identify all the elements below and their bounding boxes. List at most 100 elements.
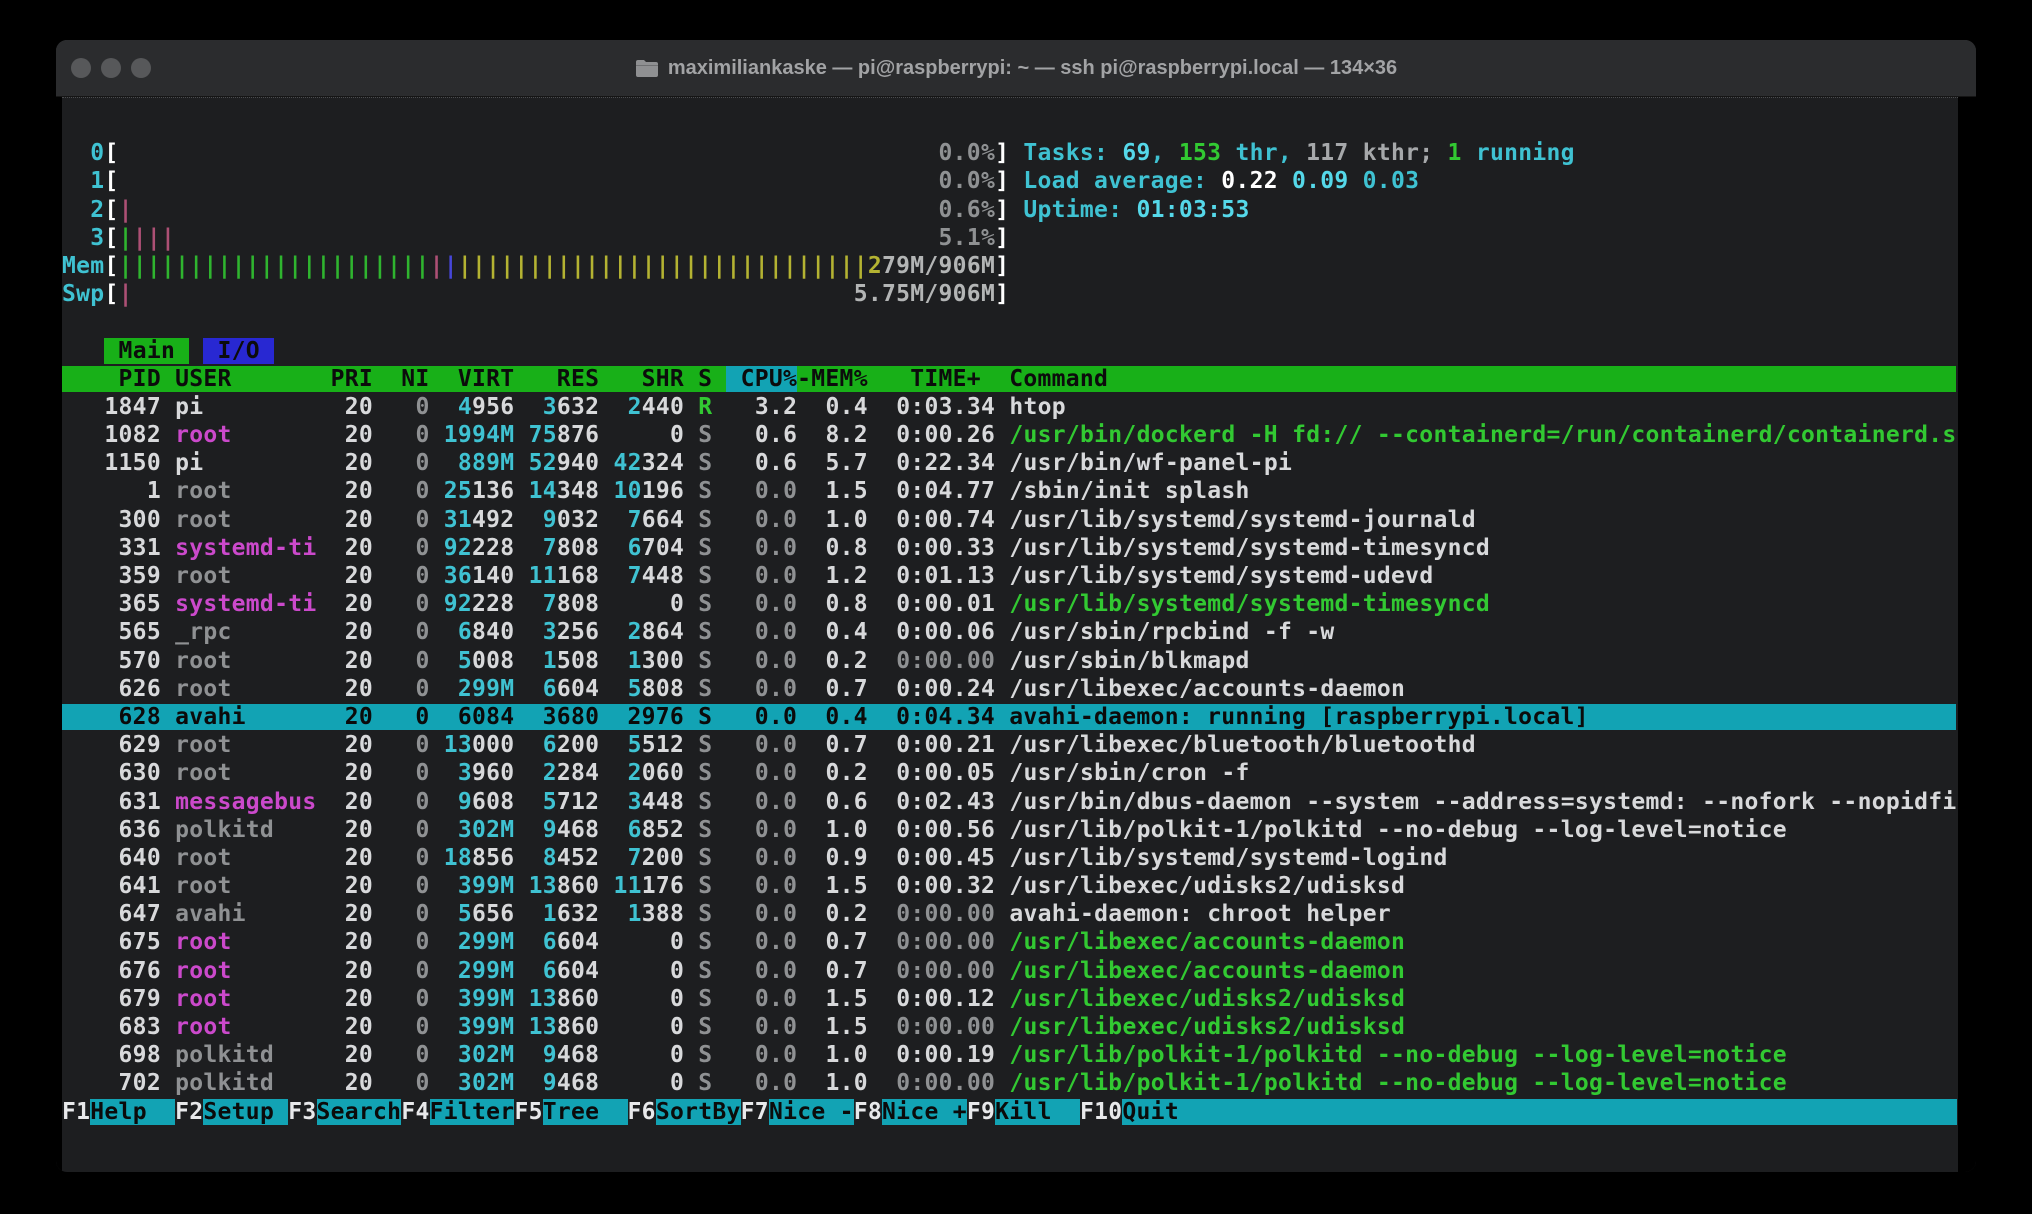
process-memnum: 168 — [557, 563, 599, 589]
titlebar[interactable]: maximiliankaske — pi@raspberrypi: ~ — ss… — [56, 40, 1976, 97]
fnlabel-f3[interactable]: Search — [317, 1099, 402, 1125]
fnkey-f3[interactable]: F3 — [288, 1099, 316, 1125]
mem-text: 2 — [868, 253, 882, 279]
process-nice: 0 — [387, 422, 429, 448]
process-row-359[interactable]: 359 root 20 0 36140 11168 7448 S 0.0 1.2… — [62, 562, 1958, 590]
process-memnum: 632 — [557, 394, 599, 420]
cpu-meter-2-close-bracket: ] — [995, 197, 1009, 223]
tab-main[interactable]: Main — [104, 338, 189, 364]
process-row-1150[interactable]: 1150 pi 20 0 889M 52940 42324 S 0.6 5.7 … — [62, 449, 1958, 477]
cpu-meter-1-open-bracket: [ — [104, 168, 118, 194]
process-row-647[interactable]: 647 avahi 20 0 5656 1632 1388 S 0.0 0.2 … — [62, 900, 1958, 928]
process-row-636[interactable]: 636 polkitd 20 0 302M 9468 6852 S 0.0 1.… — [62, 816, 1958, 844]
process-time: 0:02.43 — [882, 789, 995, 815]
process-row-629[interactable]: 629 root 20 0 13000 6200 5512 S 0.0 0.7 … — [62, 731, 1958, 759]
mem-used-bars: |||||||||||||||||||||| — [119, 253, 430, 279]
zoom-button[interactable] — [131, 58, 151, 78]
process-row-365[interactable]: 365 systemd-ti 20 0 92228 7808 0 S 0.0 0… — [62, 590, 1958, 618]
minimize-button[interactable] — [101, 58, 121, 78]
process-user: root — [175, 1014, 316, 1040]
mem-shared-bar: | — [430, 253, 444, 279]
process-state: S — [698, 929, 712, 955]
process-row-702[interactable]: 702 polkitd 20 0 302M 9468 0 S 0.0 1.0 0… — [62, 1069, 1958, 1097]
tasks-stats: , — [1151, 140, 1179, 166]
process-command: /usr/libexec/udisks2/udisksd — [1009, 873, 1405, 899]
fnlabel-f7[interactable]: Nice - — [769, 1099, 854, 1125]
selected-process-row[interactable]: 628 avahi 20 0 6084 3680 2976 S 0.0 0.4 … — [62, 704, 1956, 730]
process-priority: 20 — [331, 817, 373, 843]
fnlabel-f6[interactable]: SortBy — [656, 1099, 741, 1125]
process-memnum: 2 — [628, 394, 642, 420]
process-row-641[interactable]: 641 root 20 0 399M 13860 11176 S 0.0 1.5… — [62, 872, 1958, 900]
fnlabel-f8[interactable]: Nice + — [882, 1099, 967, 1125]
process-user: pi — [175, 450, 316, 476]
fnkey-f7[interactable]: F7 — [741, 1099, 769, 1125]
process-memnum: 808 — [642, 676, 684, 702]
process-row-570[interactable]: 570 root 20 0 5008 1508 1300 S 0.0 0.2 0… — [62, 647, 1958, 675]
process-command: /usr/bin/wf-panel-pi — [1009, 450, 1292, 476]
process-row-675[interactable]: 675 root 20 0 299M 6604 0 S 0.0 0.7 0:00… — [62, 928, 1958, 956]
close-button[interactable] — [71, 58, 91, 78]
cpu-meter-3-open-bracket: [ — [104, 225, 118, 251]
process-memnum: 448 — [642, 789, 684, 815]
fnkey-f2[interactable]: F2 — [175, 1099, 203, 1125]
fnlabel-f1[interactable]: Help — [90, 1099, 175, 1125]
process-nice: 0 — [387, 563, 429, 589]
process-mem-percent: 0.2 — [811, 760, 868, 786]
process-pid: 640 — [62, 845, 161, 871]
process-memnum: 0 — [670, 958, 684, 984]
fnlabel-f4[interactable]: Filter — [430, 1099, 515, 1125]
process-row-679[interactable]: 679 root 20 0 399M 13860 0 S 0.0 1.5 0:0… — [62, 985, 1958, 1013]
fnlabel-f2[interactable]: Setup — [203, 1099, 288, 1125]
process-row-300[interactable]: 300 root 20 0 31492 9032 7664 S 0.0 1.0 … — [62, 506, 1958, 534]
process-memnum: 840 — [472, 619, 514, 645]
process-state: S — [698, 507, 712, 533]
fnkey-f9[interactable]: F9 — [967, 1099, 995, 1125]
process-time: 0:00.05 — [882, 760, 995, 786]
process-row-565[interactable]: 565 _rpc 20 0 6840 3256 2864 S 0.0 0.4 0… — [62, 618, 1958, 646]
process-nice: 0 — [387, 760, 429, 786]
process-row-1847[interactable]: 1847 pi 20 0 4956 3632 2440 R 3.2 0.4 0:… — [62, 393, 1958, 421]
process-row-676[interactable]: 676 root 20 0 299M 6604 0 S 0.0 0.7 0:00… — [62, 957, 1958, 985]
fnkey-f5[interactable]: F5 — [514, 1099, 542, 1125]
process-row-698[interactable]: 698 polkitd 20 0 302M 9468 0 S 0.0 1.0 0… — [62, 1041, 1958, 1069]
process-memnum: 6 — [628, 817, 642, 843]
fnlabel-f5[interactable]: Tree — [543, 1099, 628, 1125]
process-row-630[interactable]: 630 root 20 0 3960 2284 2060 S 0.0 0.2 0… — [62, 759, 1958, 787]
process-time: 0:00.00 — [882, 929, 995, 955]
fnkey-f4[interactable]: F4 — [401, 1099, 429, 1125]
process-row-683[interactable]: 683 root 20 0 399M 13860 0 S 0.0 1.5 0:0… — [62, 1013, 1958, 1041]
process-memnum: 808 — [557, 535, 599, 561]
process-row-1082[interactable]: 1082 root 20 0 1994M 75876 0 S 0.6 8.2 0… — [62, 421, 1958, 449]
process-row-628[interactable]: 628 avahi 20 0 6084 3680 2976 S 0.0 0.4 … — [62, 703, 1958, 731]
fnlabel-f9[interactable]: Kill — [995, 1099, 1080, 1125]
process-user: root — [175, 845, 316, 871]
process-mem-percent: 1.5 — [811, 1014, 868, 1040]
process-table-header[interactable]: PID USER PRI NI VIRT RES SHR S CPU%-MEM%… — [62, 365, 1958, 393]
htop-screen[interactable]: 0[ 0.0%] Tasks: 69, 153 thr, 117 kthr; 1… — [62, 97, 1958, 1172]
sort-column-cpu[interactable]: CPU% — [726, 366, 797, 392]
fnkey-f1[interactable]: F1 — [62, 1099, 90, 1125]
process-row-640[interactable]: 640 root 20 0 18856 8452 7200 S 0.0 0.9 … — [62, 844, 1958, 872]
fnkey-f8[interactable]: F8 — [854, 1099, 882, 1125]
process-row-631[interactable]: 631 messagebus 20 0 9608 5712 3448 S 0.0… — [62, 788, 1958, 816]
process-cpu-percent: 0.0 — [727, 591, 798, 617]
swap-meter-close-bracket: ] — [995, 281, 1009, 307]
process-mem-percent: 1.5 — [811, 873, 868, 899]
process-memnum: 032 — [557, 507, 599, 533]
tab-io[interactable]: I/O — [203, 338, 274, 364]
process-row-1[interactable]: 1 root 20 0 25136 14348 10196 S 0.0 1.5 … — [62, 477, 1958, 505]
fnkey-f6[interactable]: F6 — [628, 1099, 656, 1125]
column-headers[interactable]: PID USER PRI NI VIRT RES SHR S — [62, 366, 726, 392]
process-row-331[interactable]: 331 systemd-ti 20 0 92228 7808 6704 S 0.… — [62, 534, 1958, 562]
column-headers[interactable]: MEM% TIME+ Command — [811, 366, 1956, 392]
process-memnum: 0 — [670, 422, 684, 448]
process-time: 0:22.34 — [882, 450, 995, 476]
process-priority: 20 — [331, 901, 373, 927]
fnkey-f10[interactable]: F10 — [1080, 1099, 1122, 1125]
function-key-bar[interactable]: F1Help F2Setup F3SearchF4FilterF5Tree F6… — [62, 1098, 1958, 1126]
process-time: 0:00.56 — [882, 817, 995, 843]
process-cpu-percent: 0.0 — [727, 563, 798, 589]
fnlabel-f10[interactable]: Quit — [1122, 1099, 1207, 1125]
process-row-626[interactable]: 626 root 20 0 299M 6604 5808 S 0.0 0.7 0… — [62, 675, 1958, 703]
